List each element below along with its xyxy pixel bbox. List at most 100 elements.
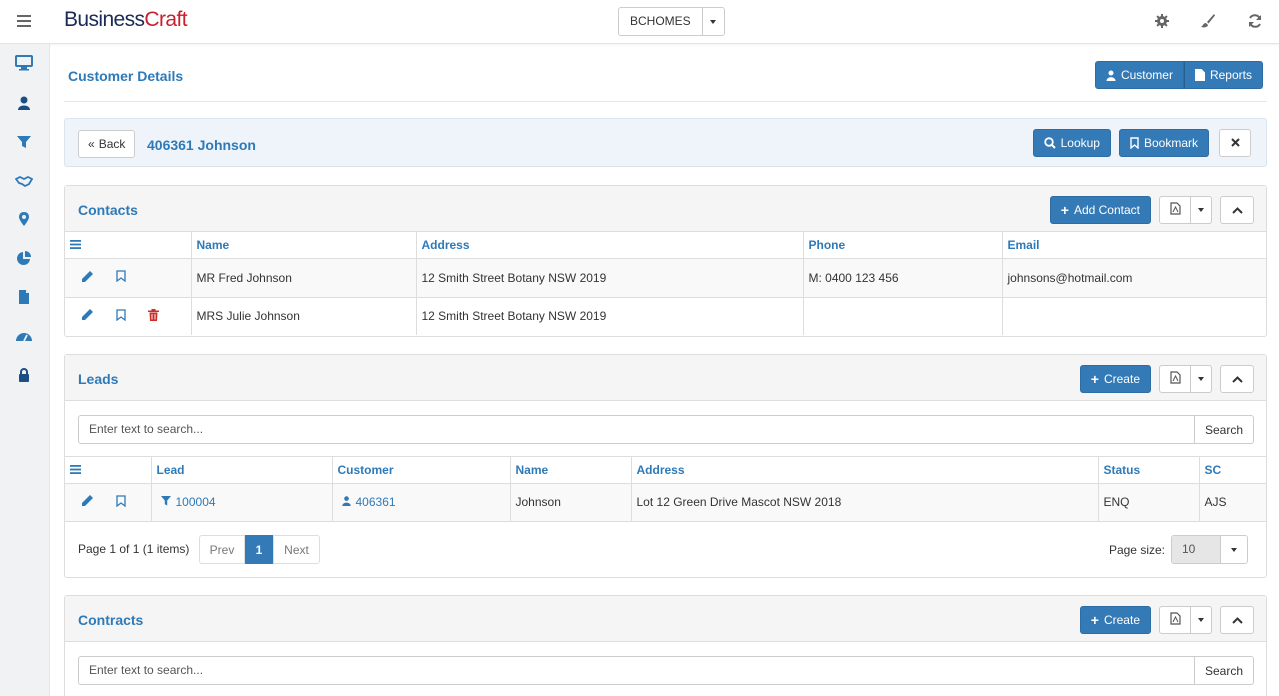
pager-buttons: Prev 1 Next xyxy=(199,535,320,564)
collapse-button[interactable] xyxy=(1220,196,1254,224)
table-row: MR Fred Johnson 12 Smith Street Botany N… xyxy=(65,258,1266,298)
collapse-button[interactable] xyxy=(1220,365,1254,393)
customer-link[interactable]: 406361 xyxy=(338,495,396,509)
customer-header: « Back 406361 Johnson Lookup Bookmark xyxy=(64,118,1267,167)
export-pdf-button[interactable] xyxy=(1159,365,1191,393)
document-icon xyxy=(1194,69,1205,81)
chevron-up-icon xyxy=(1231,203,1243,217)
lead-link[interactable]: 100004 xyxy=(157,495,216,509)
column-header[interactable]: Email xyxy=(1002,232,1266,259)
environment-label: BCHOMES xyxy=(619,8,703,35)
document-icon[interactable] xyxy=(15,289,33,305)
leads-pager: Page 1 of 1 (1 items) Prev 1 Next Page s… xyxy=(65,521,1266,575)
contracts-panel: Contracts + Create Enter text to search.… xyxy=(64,595,1267,696)
table-row: MRS Julie Johnson 12 Smith Street Botany… xyxy=(65,297,1266,335)
column-header[interactable]: Lead xyxy=(151,457,333,484)
page-size-select[interactable]: 10 xyxy=(1171,535,1248,564)
edit-pencil-icon[interactable] xyxy=(81,270,94,286)
chevron-down-icon xyxy=(1198,208,1204,212)
top-bar: BusinessCraft BCHOMES xyxy=(0,0,1279,44)
contact-address: 12 Smith Street Botany NSW 2019 xyxy=(416,297,804,335)
create-contract-button[interactable]: + Create xyxy=(1079,606,1151,634)
paintbrush-icon[interactable] xyxy=(1200,13,1216,29)
lead-status: ENQ xyxy=(1098,483,1200,521)
chevron-down-icon[interactable] xyxy=(703,8,724,35)
column-header[interactable]: Phone xyxy=(803,232,1003,259)
contacts-actions: + Add Contact xyxy=(1049,196,1254,224)
contracts-search-input[interactable]: Enter text to search... xyxy=(78,656,1195,685)
user-icon xyxy=(341,495,351,509)
column-header[interactable]: SC xyxy=(1199,457,1266,484)
desktop-icon[interactable] xyxy=(15,55,33,71)
leads-search-input[interactable]: Enter text to search... xyxy=(78,415,1195,444)
next-page-button[interactable]: Next xyxy=(273,535,320,564)
prev-page-button[interactable]: Prev xyxy=(199,535,245,564)
column-header[interactable]: Status xyxy=(1098,457,1200,484)
export-options-dropdown[interactable] xyxy=(1191,365,1212,393)
export-options-dropdown[interactable] xyxy=(1191,196,1212,224)
reports-button[interactable]: Reports xyxy=(1183,61,1263,89)
bookmark-button[interactable]: Bookmark xyxy=(1118,129,1209,157)
bookmark-icon xyxy=(1130,137,1139,149)
pdf-file-icon xyxy=(1169,371,1181,387)
lead-name: Johnson xyxy=(510,483,632,521)
column-header[interactable]: Address xyxy=(416,232,804,259)
leads-search-button[interactable]: Search xyxy=(1194,415,1254,444)
add-contact-button[interactable]: + Add Contact xyxy=(1049,196,1151,224)
gear-icon[interactable] xyxy=(1154,13,1170,29)
chevron-down-icon[interactable] xyxy=(1220,536,1247,563)
bookmark-icon[interactable] xyxy=(116,309,126,324)
leads-panel-header: Leads + Create xyxy=(65,355,1266,401)
contact-email xyxy=(1002,297,1266,335)
pdf-file-icon xyxy=(1169,202,1181,218)
column-header[interactable]: Address xyxy=(631,457,1099,484)
dashboard-icon[interactable] xyxy=(15,329,33,345)
bookmark-icon[interactable] xyxy=(116,270,126,285)
filter-icon[interactable] xyxy=(15,134,33,150)
create-lead-button[interactable]: + Create xyxy=(1079,365,1151,393)
export-pdf-button[interactable] xyxy=(1159,606,1191,634)
plus-icon: + xyxy=(1090,612,1099,628)
app-logo[interactable]: BusinessCraft xyxy=(64,8,188,32)
pie-chart-icon[interactable] xyxy=(15,250,33,266)
edit-pencil-icon[interactable] xyxy=(81,308,94,324)
chevron-up-icon xyxy=(1231,613,1243,627)
hamburger-menu-icon[interactable] xyxy=(17,15,31,27)
lock-icon[interactable] xyxy=(15,367,33,383)
customer-name: 406361 Johnson xyxy=(147,137,256,153)
filter-icon xyxy=(160,495,171,509)
page-header: Customer Details Customer Reports xyxy=(64,44,1267,102)
chevron-up-icon xyxy=(1231,372,1243,386)
page-size: Page size: 10 xyxy=(1109,535,1248,564)
edit-pencil-icon[interactable] xyxy=(81,494,94,510)
collapse-button[interactable] xyxy=(1220,606,1254,634)
user-icon[interactable] xyxy=(15,95,33,111)
refresh-icon[interactable] xyxy=(1247,13,1263,29)
plus-icon: + xyxy=(1060,202,1069,218)
column-menu[interactable] xyxy=(65,457,152,484)
column-header[interactable]: Name xyxy=(510,457,632,484)
column-header[interactable]: Customer xyxy=(332,457,511,484)
contracts-search-button[interactable]: Search xyxy=(1194,656,1254,685)
lookup-button[interactable]: Lookup xyxy=(1032,129,1111,157)
contracts-panel-header: Contracts + Create xyxy=(65,596,1266,642)
column-menu[interactable] xyxy=(65,232,192,259)
trash-icon[interactable] xyxy=(148,308,159,324)
page-size-value: 10 xyxy=(1172,536,1220,563)
customer-button[interactable]: Customer xyxy=(1094,61,1184,89)
export-options-dropdown[interactable] xyxy=(1191,606,1212,634)
back-button[interactable]: « Back xyxy=(78,130,136,158)
close-button[interactable] xyxy=(1219,129,1251,157)
bookmark-icon[interactable] xyxy=(116,495,126,510)
export-pdf-button[interactable] xyxy=(1159,196,1191,224)
page-1-button[interactable]: 1 xyxy=(245,535,273,564)
leads-actions: + Create xyxy=(1079,365,1254,393)
map-marker-icon[interactable] xyxy=(15,211,33,227)
leads-table: Lead Customer Name Address Status SC 100… xyxy=(65,457,1266,521)
contracts-title: Contracts xyxy=(78,612,144,628)
user-icon xyxy=(1106,70,1116,81)
handshake-icon[interactable] xyxy=(15,173,33,189)
environment-select[interactable]: BCHOMES xyxy=(618,7,725,36)
column-header[interactable]: Name xyxy=(191,232,417,259)
customer-actions: Lookup Bookmark xyxy=(1032,129,1251,157)
